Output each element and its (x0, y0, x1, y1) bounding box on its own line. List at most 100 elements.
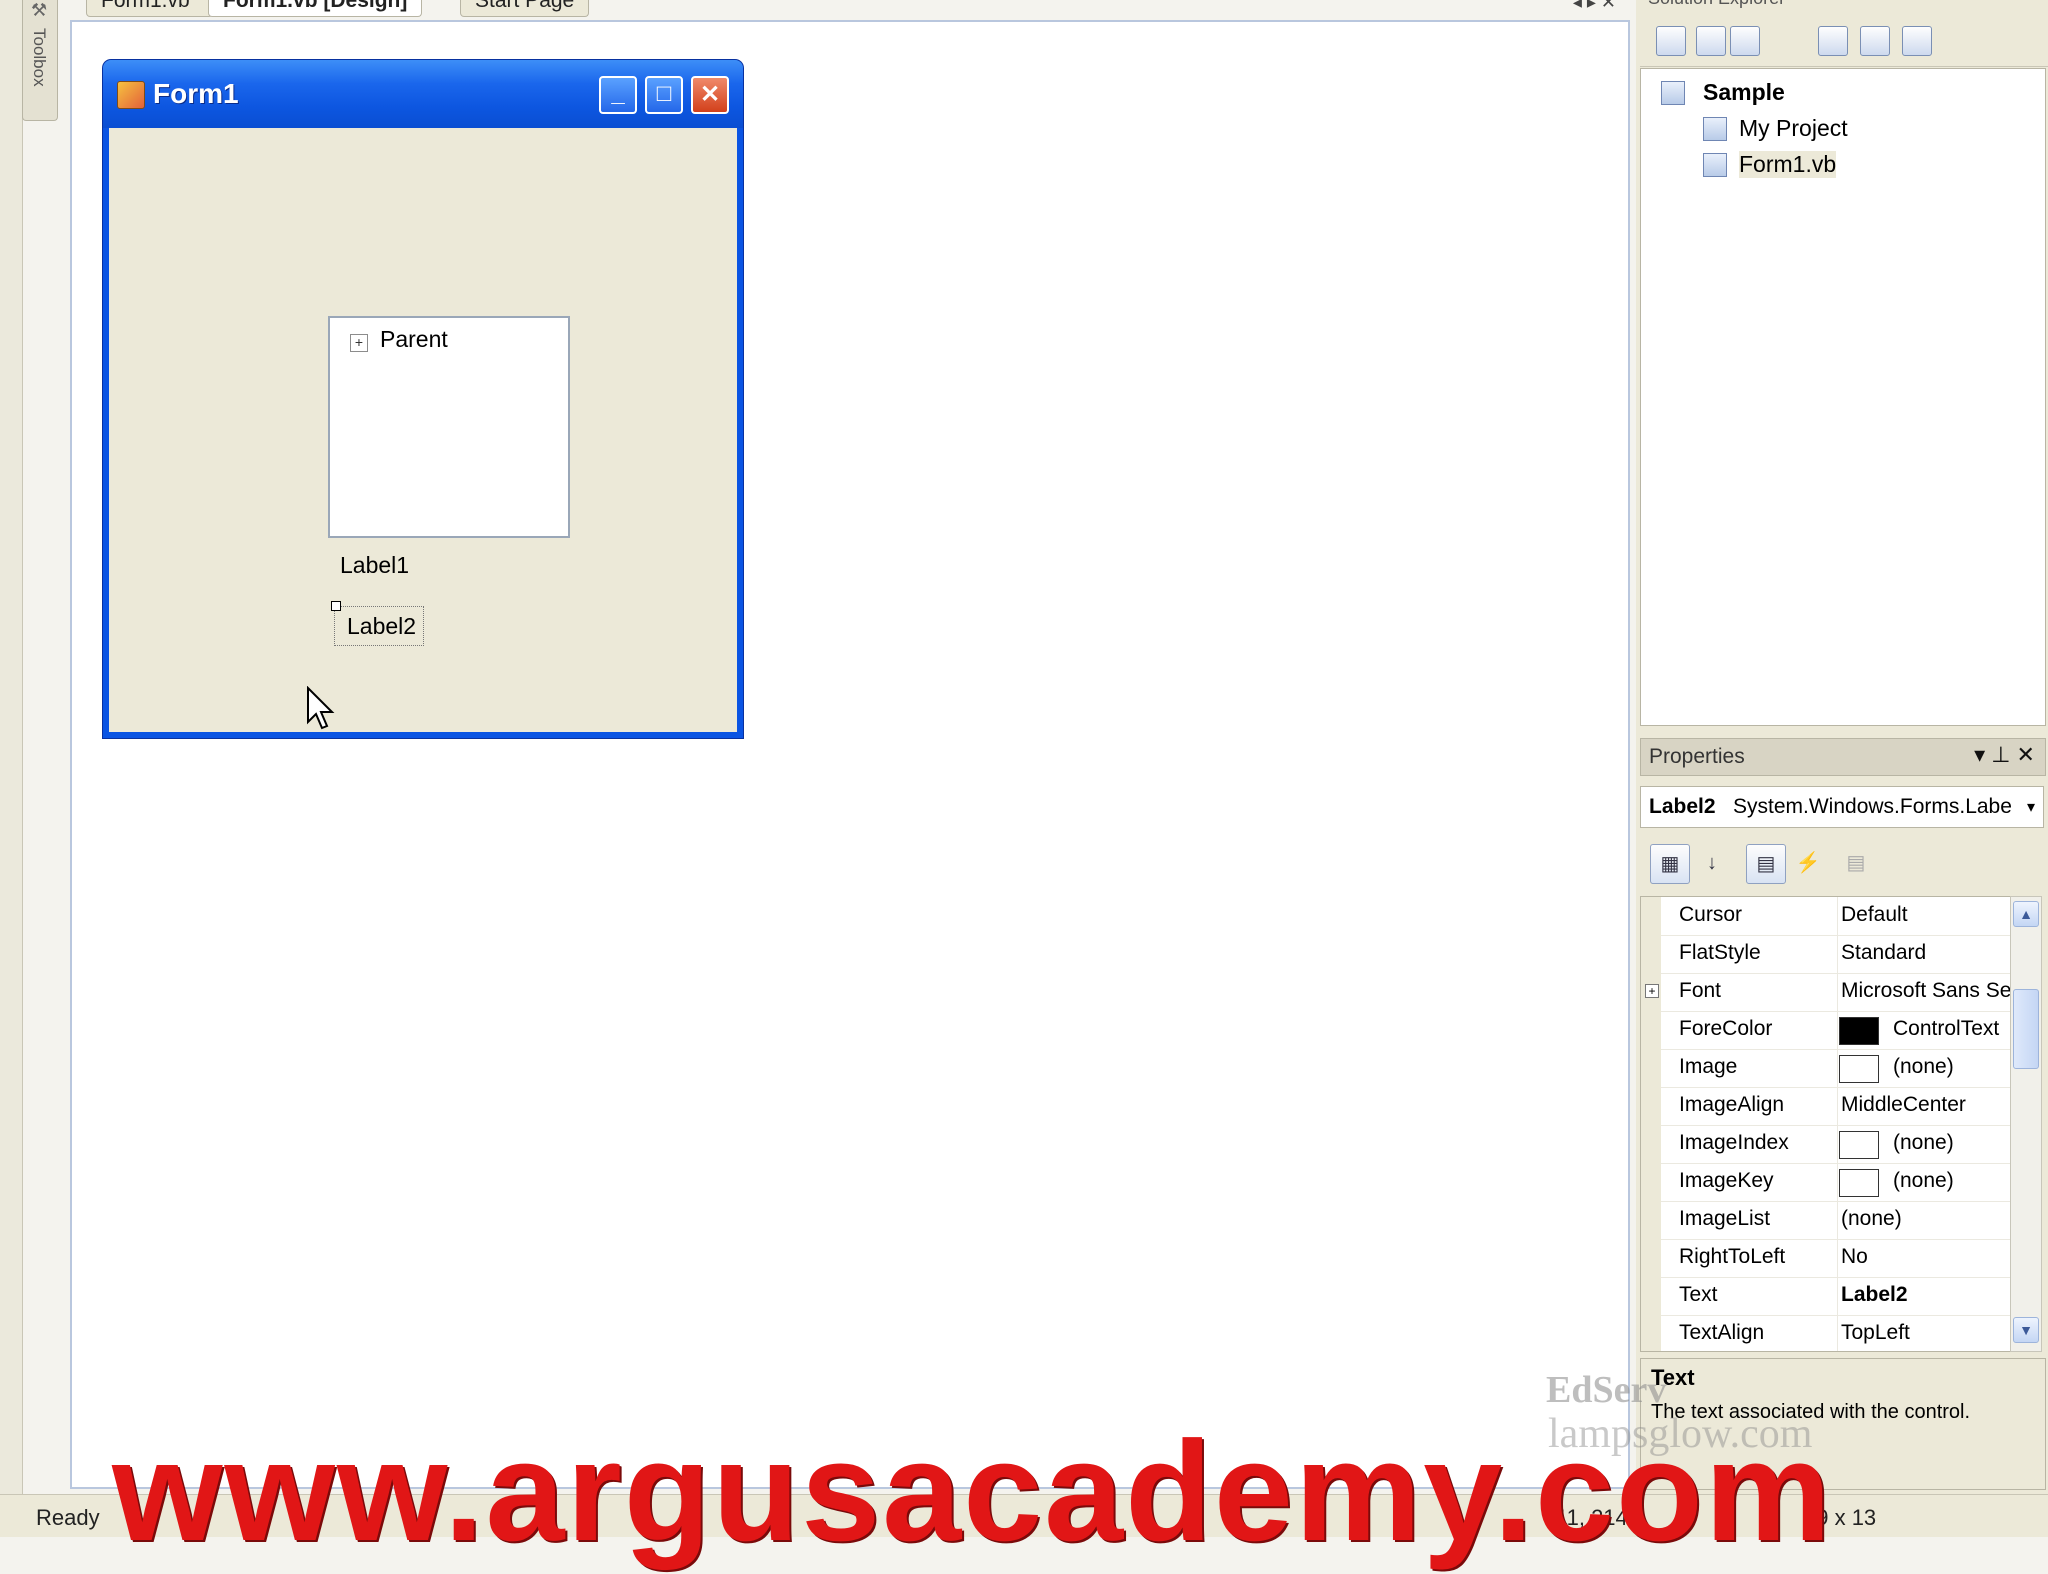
property-row[interactable]: Text Label2 (1641, 1277, 2011, 1316)
property-row[interactable]: TextAlign TopLeft (1641, 1315, 2011, 1351)
categorized-icon[interactable]: ▦ (1650, 844, 1690, 884)
tab-form1-design[interactable]: Form1.vb [Design] (208, 0, 423, 17)
property-name: ForeColor (1679, 1017, 1773, 1040)
row-gutter (1641, 1049, 1661, 1087)
property-value[interactable]: (none) (1893, 1131, 1954, 1155)
properties-toolbar: ▦ ↓ ▤ ⚡ ▤ (1640, 836, 2044, 892)
scroll-up-icon[interactable]: ▲ (2013, 901, 2039, 927)
maximize-icon: □ (656, 80, 672, 107)
property-value[interactable]: TopLeft (1841, 1321, 1910, 1345)
property-name: FlatStyle (1679, 941, 1761, 964)
tab-controls[interactable]: ◂ ▸ ✕ (1573, 0, 1616, 13)
class-diagram-icon[interactable] (1902, 26, 1932, 56)
expand-icon[interactable]: + (1645, 984, 1659, 998)
property-value[interactable]: Standard (1841, 941, 1926, 965)
form-file-icon (1703, 153, 1727, 177)
show-all-files-icon[interactable] (1656, 26, 1686, 56)
row-gutter (1641, 1011, 1661, 1049)
column-divider (1837, 1277, 1838, 1315)
property-row[interactable]: FlatStyle Standard (1641, 935, 2011, 974)
property-value[interactable]: Microsoft Sans Se (1841, 979, 2011, 1003)
events-icon[interactable]: ⚡ (1788, 844, 1828, 884)
column-divider (1837, 1315, 1838, 1351)
close-button[interactable]: ✕ (691, 76, 729, 114)
resize-handle[interactable] (331, 601, 341, 611)
view-designer-icon[interactable] (1860, 26, 1890, 56)
minimize-button[interactable]: _ (599, 76, 637, 114)
chevron-down-icon[interactable]: ▾ (2027, 797, 2035, 817)
tree-node-parent[interactable]: Parent (380, 326, 448, 353)
properties-view-icon[interactable]: ▤ (1746, 844, 1786, 884)
refresh-icon[interactable] (1730, 26, 1760, 56)
object-selector[interactable]: Label2 System.Windows.Forms.Labe ▾ (1640, 786, 2044, 828)
property-row[interactable]: + Font Microsoft Sans Se (1641, 973, 2011, 1012)
property-pages-icon[interactable]: ▤ (1836, 844, 1876, 884)
property-value[interactable]: Default (1841, 903, 1908, 927)
label2-text: Label2 (347, 613, 417, 639)
property-grid: Cursor Default FlatStyle Standard + Font Micro… (1640, 896, 2012, 1352)
property-name: Font (1679, 979, 1722, 1002)
tree-item-my-project[interactable]: My Project (1739, 115, 1848, 142)
form1-titlebar[interactable]: Form1 _ □ ✕ (103, 60, 743, 128)
property-value[interactable]: No (1841, 1245, 1868, 1269)
treeview-control[interactable]: + Parent (328, 316, 570, 538)
view-code-icon[interactable] (1818, 26, 1848, 56)
object-type: System.Windows.Forms.Labe (1733, 795, 2012, 818)
property-value[interactable]: (none) (1893, 1055, 1954, 1079)
argus-watermark: www.argusacademy.com (112, 1412, 1833, 1571)
solution-explorer-title: Solution Explorer (1648, 0, 1785, 9)
column-divider (1837, 1087, 1838, 1125)
scroll-thumb[interactable] (2013, 989, 2039, 1069)
left-dock-strip (0, 0, 23, 1500)
property-name: Image (1679, 1055, 1738, 1078)
property-name: Text (1679, 1283, 1718, 1306)
row-gutter (1641, 1277, 1661, 1315)
row-gutter (1641, 1125, 1661, 1163)
property-row[interactable]: RightToLeft No (1641, 1239, 2011, 1278)
tab-start-page[interactable]: Start Page (460, 0, 590, 17)
toolbox-tab[interactable]: ⚒ Toolbox (22, 0, 58, 121)
color-swatch (1839, 1131, 1879, 1159)
property-row[interactable]: ImageList (none) (1641, 1201, 2011, 1240)
property-value[interactable]: ControlText (1893, 1017, 1999, 1041)
document-tab-strip: Form1.vb* Form1.vb [Design] Start Page ◂… (70, 0, 1630, 18)
property-row[interactable]: ForeColor ControlText (1641, 1011, 2011, 1050)
tree-item-form1[interactable]: Form1.vb (1739, 151, 1837, 178)
tree-expand-icon[interactable]: + (350, 334, 368, 352)
column-divider (1837, 935, 1838, 973)
maximize-button[interactable]: □ (645, 76, 683, 114)
tab-form1-code[interactable]: Form1.vb* (86, 0, 213, 17)
column-divider (1837, 1011, 1838, 1049)
property-row[interactable]: ImageAlign MiddleCenter (1641, 1087, 2011, 1126)
property-value[interactable]: MiddleCenter (1841, 1093, 1966, 1117)
edserv-watermark: EdServ (1546, 1369, 1667, 1411)
object-name: Label2 (1649, 795, 1716, 818)
column-divider (1837, 1049, 1838, 1087)
color-swatch (1839, 1017, 1879, 1045)
row-gutter (1641, 1239, 1661, 1277)
property-row[interactable]: ImageIndex (none) (1641, 1125, 2011, 1164)
properties-title: Properties (1649, 745, 1745, 768)
property-value[interactable]: Label2 (1841, 1283, 1908, 1307)
solution-icon (1661, 81, 1685, 105)
property-row[interactable]: Cursor Default (1641, 897, 2011, 936)
mouse-cursor-icon (307, 686, 335, 730)
column-divider (1837, 1125, 1838, 1163)
property-value[interactable]: (none) (1841, 1207, 1902, 1231)
properties-icon[interactable] (1696, 26, 1726, 56)
row-gutter (1641, 1201, 1661, 1239)
property-row[interactable]: ImageKey (none) (1641, 1163, 2011, 1202)
alphabetical-icon[interactable]: ↓ (1692, 844, 1732, 884)
column-divider (1837, 1163, 1838, 1201)
properties-header: Properties ▾ ⊥ ✕ (1640, 738, 2046, 776)
label1-control[interactable]: Label1 (340, 552, 409, 579)
property-grid-scrollbar[interactable]: ▲ ▼ (2010, 896, 2042, 1352)
solution-node[interactable]: Sample (1703, 79, 1785, 106)
pane-controls[interactable]: ▾ ⊥ ✕ (1974, 742, 2035, 768)
scroll-down-icon[interactable]: ▼ (2013, 1317, 2039, 1343)
property-value[interactable]: (none) (1893, 1169, 1954, 1193)
property-name: Cursor (1679, 903, 1743, 926)
label2-control[interactable]: Label2 (334, 606, 424, 646)
column-divider (1837, 973, 1838, 1011)
property-row[interactable]: Image (none) (1641, 1049, 2011, 1088)
